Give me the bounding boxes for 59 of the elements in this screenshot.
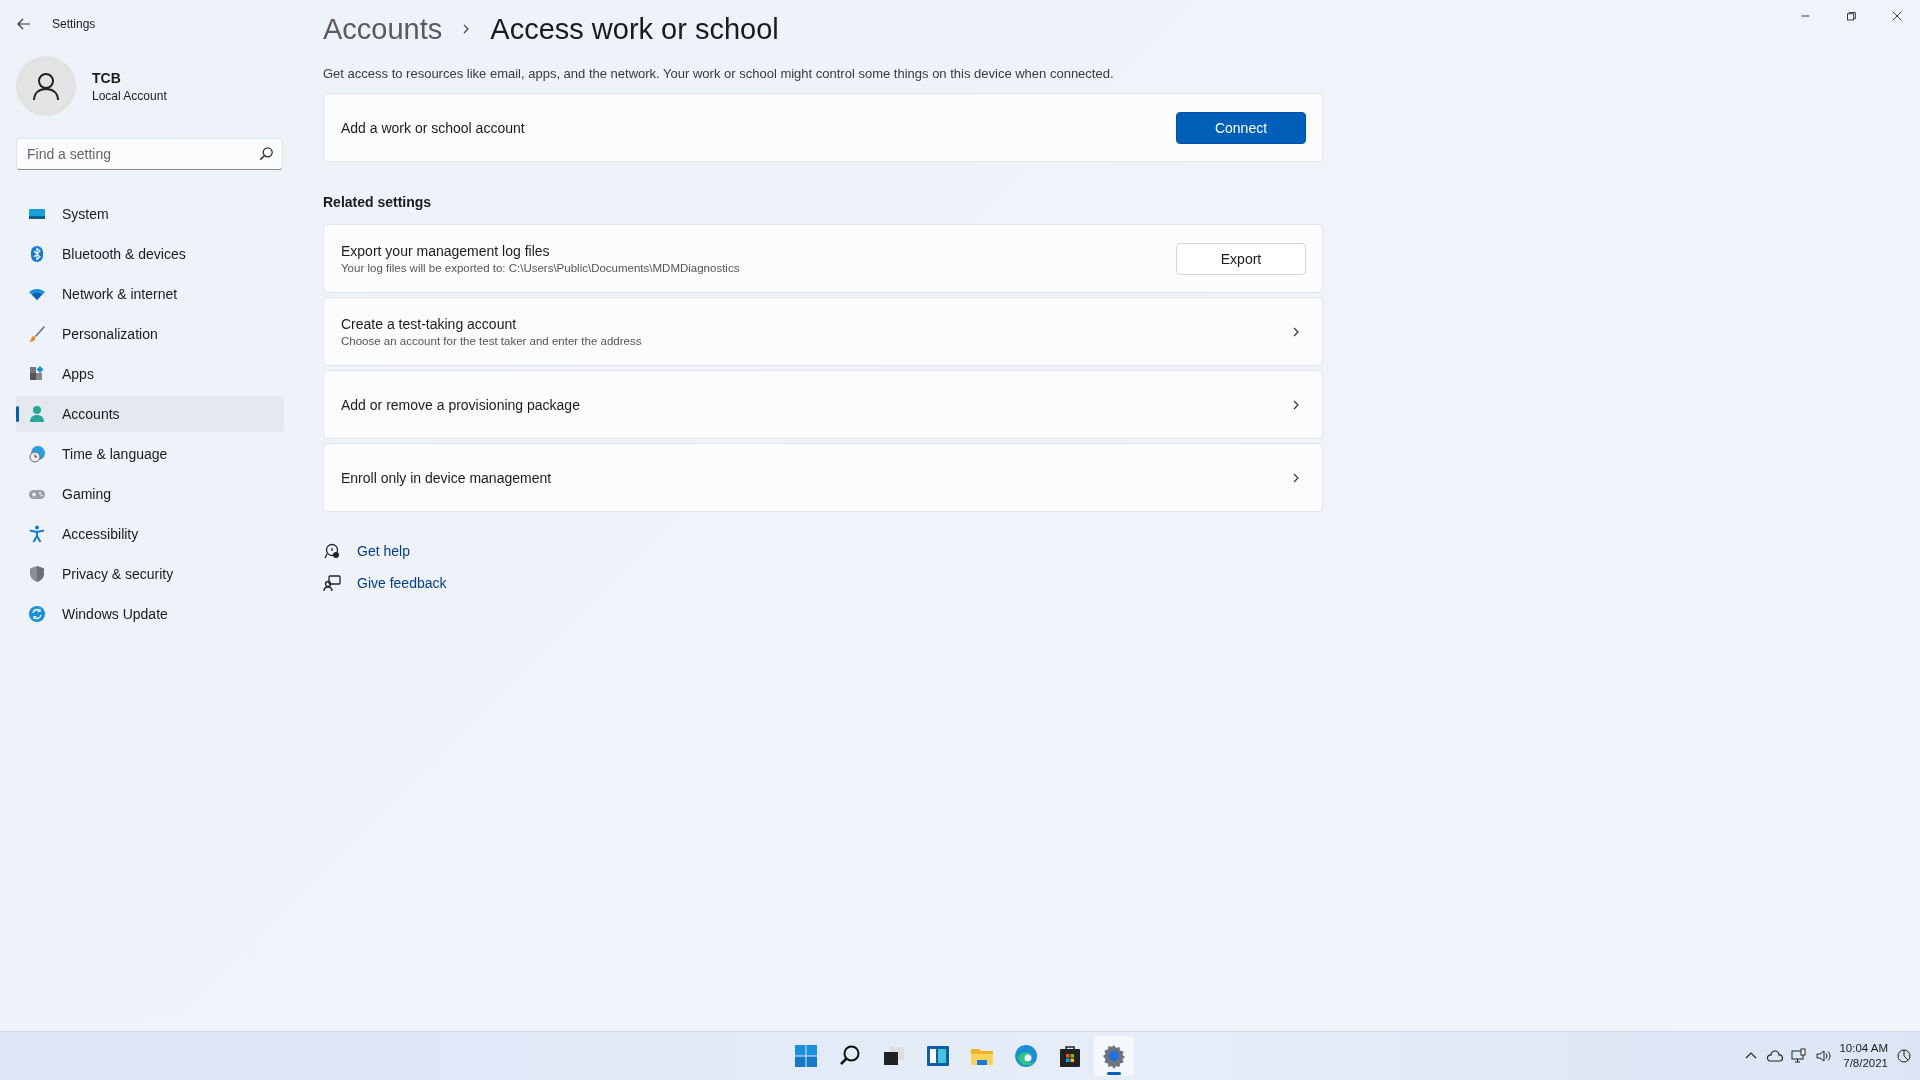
- network-icon[interactable]: [1791, 1048, 1808, 1064]
- nav-item[interactable]: Accessibility: [16, 516, 284, 552]
- page-title: Access work or school: [490, 12, 779, 46]
- back-button[interactable]: [16, 16, 32, 32]
- nav-item[interactable]: Gaming: [16, 476, 284, 512]
- accessibility-icon: [28, 525, 46, 543]
- gear-icon: [1101, 1043, 1127, 1069]
- setting-card[interactable]: Create a test-taking account Choose an account for the test taker and enter the address: [323, 297, 1323, 366]
- clock[interactable]: 10:04 AM 7/8/2021: [1839, 1041, 1888, 1071]
- setting-title: Add or remove a provisioning package: [341, 396, 581, 413]
- nav-item[interactable]: Bluetooth & devices: [16, 236, 284, 272]
- speaker-icon[interactable]: [1815, 1048, 1832, 1064]
- account-type: Local Account: [92, 88, 167, 103]
- edge-icon: [1013, 1043, 1039, 1069]
- person-icon: [28, 405, 46, 423]
- setting-title: Enroll only in device management: [341, 469, 553, 486]
- cloud-icon[interactable]: [1767, 1048, 1784, 1064]
- setting-card[interactable]: Add or remove a provisioning package: [323, 370, 1323, 439]
- help-icon: [323, 542, 341, 560]
- store-bag-icon: [1057, 1043, 1083, 1069]
- shield-icon: [28, 565, 46, 583]
- setting-title: Export your management log files: [341, 243, 551, 259]
- setting-title: Create a test-taking account: [341, 316, 518, 332]
- setting-card[interactable]: Enroll only in device management: [323, 443, 1323, 512]
- nav-item[interactable]: Windows Update: [16, 596, 284, 632]
- nav-item[interactable]: Privacy & security: [16, 556, 284, 592]
- brush-icon: [28, 325, 46, 343]
- nav-item[interactable]: Apps: [16, 356, 284, 392]
- connect-button[interactable]: Connect: [1176, 111, 1306, 144]
- nav-item[interactable]: Time & language: [16, 436, 284, 472]
- nav-item[interactable]: Network & internet: [16, 276, 284, 312]
- search-icon: [257, 145, 275, 163]
- widgets-icon: [925, 1043, 951, 1069]
- user-name: TCB: [92, 69, 122, 86]
- focus-assist-icon[interactable]: [1896, 1048, 1912, 1064]
- bluetooth-icon: [28, 245, 46, 263]
- refresh-icon: [28, 605, 46, 623]
- clock-date: 7/8/2021: [1843, 1056, 1888, 1071]
- close-icon: [1890, 9, 1904, 23]
- apps-icon: [28, 365, 46, 383]
- window-title: Settings: [52, 17, 96, 31]
- section-heading: Related settings: [323, 194, 433, 210]
- nav-item[interactable]: System: [16, 196, 284, 232]
- breadcrumb-link[interactable]: Accounts: [323, 12, 443, 46]
- feedback-icon: [323, 574, 341, 592]
- search-field[interactable]: Find a setting: [16, 138, 283, 170]
- setting-description: Choose an account for the test taker and enter the address: [341, 335, 643, 347]
- restore-icon: [1844, 9, 1858, 23]
- clock-time: 10:04 AM: [1839, 1041, 1888, 1056]
- setting-description: Your log files will be exported to: C:\Users\Public\Documents\MDMDiagnostics: [341, 262, 741, 274]
- windows-logo-icon: [793, 1043, 819, 1069]
- page-description: Get access to resources like email, apps, and the network. Your work or school might control some things on this device when connected.: [323, 66, 1115, 81]
- nav-item[interactable]: Accounts: [16, 396, 284, 432]
- export-button[interactable]: Export: [1176, 242, 1306, 275]
- help-link[interactable]: Get help: [357, 543, 410, 559]
- setting-title: Add a work or school account: [341, 119, 526, 136]
- help-link[interactable]: Give feedback: [357, 575, 447, 591]
- nav-item[interactable]: Personalization: [16, 316, 284, 352]
- globe-clock-icon: [28, 445, 46, 463]
